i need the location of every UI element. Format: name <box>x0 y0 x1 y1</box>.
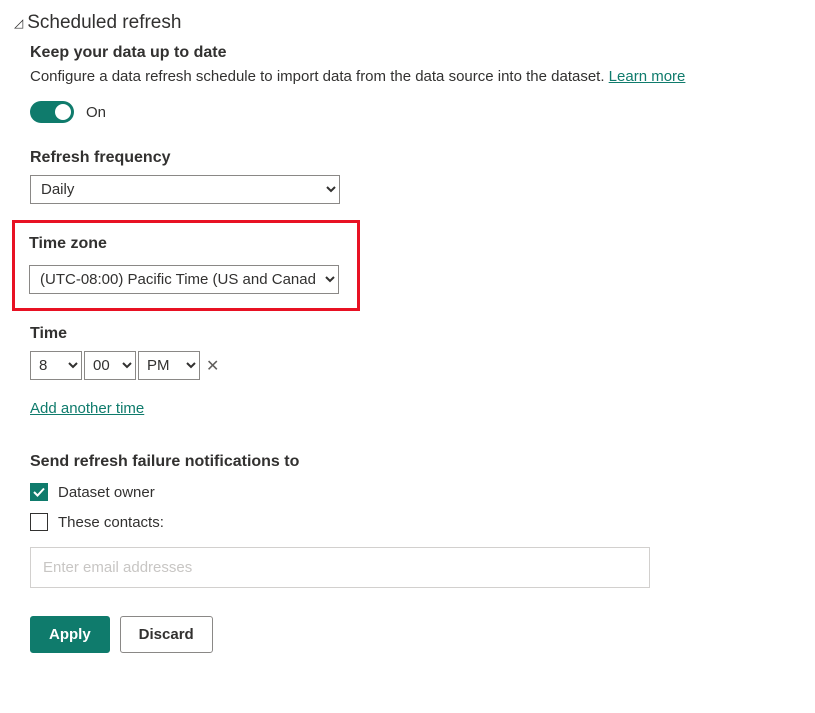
toggle-knob <box>55 104 71 120</box>
dataset-owner-label: Dataset owner <box>58 484 155 501</box>
time-minute-select[interactable]: 00 <box>84 351 136 380</box>
collapse-triangle-icon: ◿ <box>14 17 23 29</box>
time-ampm-select[interactable]: PM <box>138 351 200 380</box>
apply-button[interactable]: Apply <box>30 616 110 653</box>
section-header[interactable]: ◿ Scheduled refresh <box>14 12 801 34</box>
timezone-select[interactable]: (UTC-08:00) Pacific Time (US and Canada) <box>29 265 339 294</box>
toggle-state-label: On <box>86 104 106 121</box>
description-text: Configure a data refresh schedule to imp… <box>30 68 609 85</box>
these-contacts-checkbox[interactable] <box>30 513 48 531</box>
notifications-label: Send refresh failure notifications to <box>30 453 801 471</box>
time-hour-select[interactable]: 8 <box>30 351 82 380</box>
dataset-owner-checkbox[interactable] <box>30 483 48 501</box>
discard-button[interactable]: Discard <box>120 616 213 653</box>
add-time-link[interactable]: Add another time <box>30 400 144 417</box>
checkmark-icon <box>33 486 45 498</box>
frequency-label: Refresh frequency <box>30 149 801 167</box>
learn-more-link[interactable]: Learn more <box>609 68 686 85</box>
toggle-switch[interactable] <box>30 101 74 123</box>
section-description: Configure a data refresh schedule to imp… <box>30 68 801 85</box>
these-contacts-label: These contacts: <box>58 514 164 531</box>
email-addresses-input[interactable] <box>30 547 650 588</box>
section-title: Scheduled refresh <box>27 12 181 34</box>
timezone-label: Time zone <box>29 235 343 253</box>
remove-time-icon[interactable]: ✕ <box>206 356 219 376</box>
section-subtitle: Keep your data up to date <box>30 44 801 62</box>
time-label: Time <box>30 325 801 343</box>
timezone-highlight-box: Time zone (UTC-08:00) Pacific Time (US a… <box>12 220 360 311</box>
frequency-select[interactable]: Daily <box>30 175 340 204</box>
